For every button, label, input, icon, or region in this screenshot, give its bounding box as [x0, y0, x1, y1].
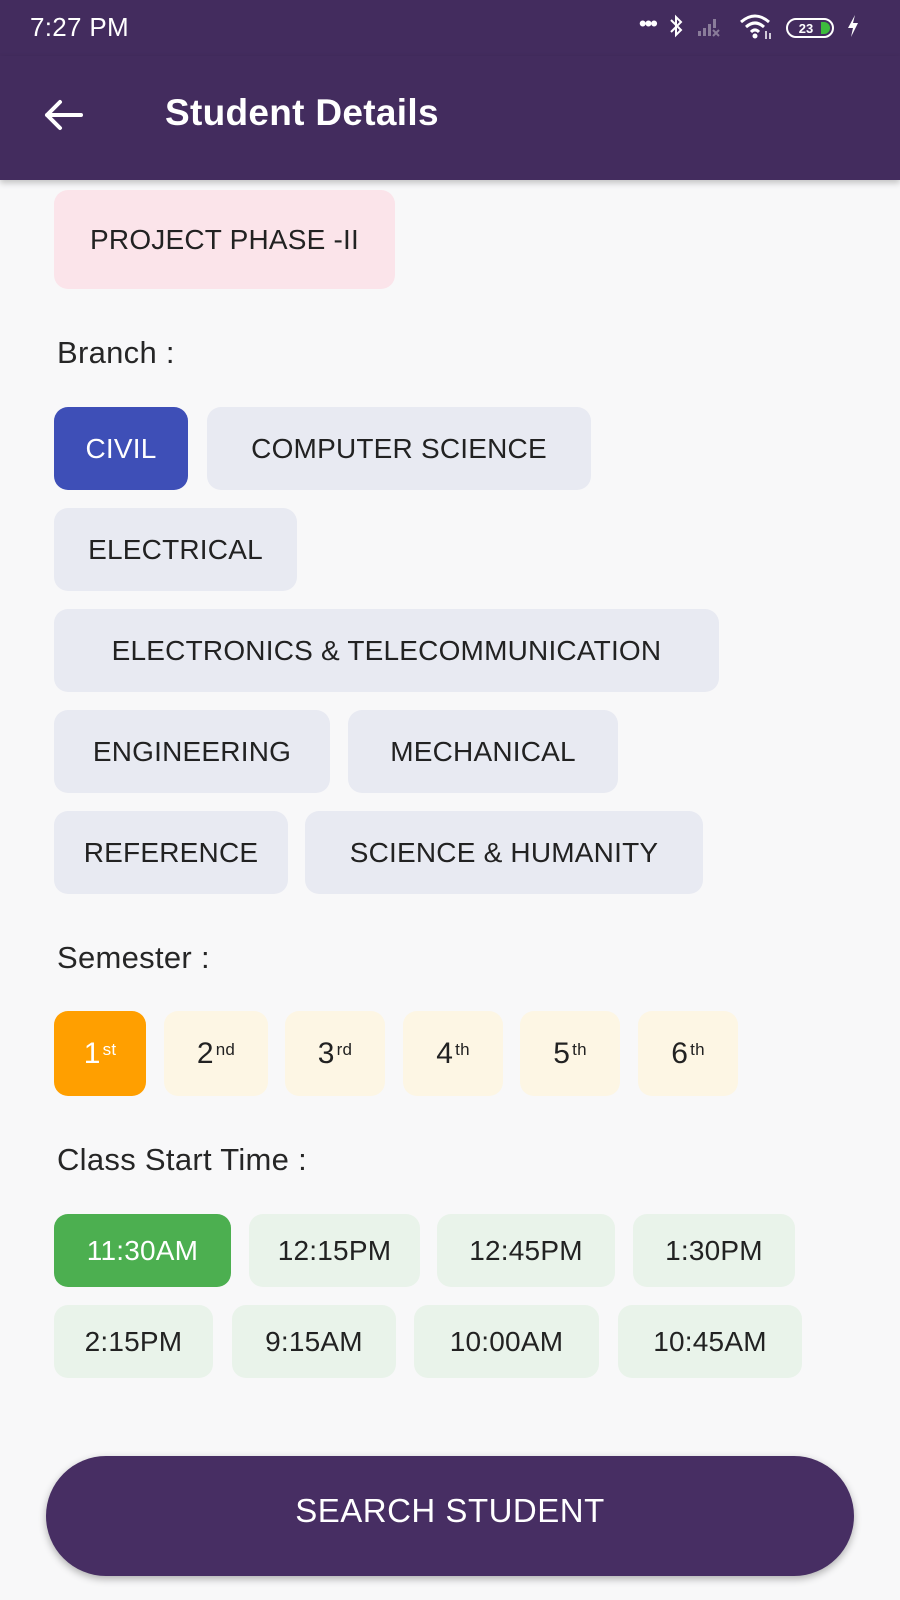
semester-chip-4[interactable]: 4th [403, 1011, 503, 1096]
semester-number: 1 [83, 1036, 101, 1070]
subject-chip[interactable]: PROJECT PHASE -II [54, 190, 395, 289]
signal-icon [696, 13, 726, 44]
semester-suffix: th [455, 1039, 470, 1059]
status-time: 7:27 PM [30, 12, 129, 42]
branch-chip-mechanical[interactable]: MECHANICAL [348, 710, 618, 793]
semester-number: 4 [436, 1036, 454, 1070]
branch-chip-science-humanity[interactable]: SCIENCE & HUMANITY [305, 811, 703, 894]
semester-chip-3[interactable]: 3rd [285, 1011, 385, 1096]
time-chip-1245pm[interactable]: 12:45PM [437, 1214, 615, 1287]
semester-suffix: nd [215, 1039, 236, 1059]
status-bar: 7:27 PM ••• 23 [0, 0, 900, 56]
time-chip-1045am[interactable]: 10:45AM [618, 1305, 802, 1378]
branch-chip-electronics-telecommunication[interactable]: ELECTRONICS & TELECOMMUNICATION [54, 609, 719, 692]
time-chip-1130am[interactable]: 11:30AM [54, 1214, 231, 1287]
time-chip-1000am[interactable]: 10:00AM [414, 1305, 599, 1378]
branch-chip-reference[interactable]: REFERENCE [54, 811, 288, 894]
charging-icon [846, 14, 860, 43]
arrow-left-icon [43, 99, 83, 136]
app-bar: Student Details [0, 56, 900, 180]
battery-level: 23 [798, 20, 814, 36]
semester-number: 2 [196, 1036, 214, 1070]
battery-icon: 23 [786, 18, 834, 38]
semester-number: 3 [317, 1036, 335, 1070]
semester-suffix: st [102, 1039, 117, 1059]
semester-suffix: th [690, 1039, 705, 1059]
search-student-button[interactable]: SEARCH STUDENT [46, 1456, 854, 1576]
semester-number: 6 [671, 1036, 689, 1070]
time-chip-130pm[interactable]: 1:30PM [633, 1214, 795, 1287]
semester-chip-6[interactable]: 6th [638, 1011, 738, 1096]
time-chip-1215pm[interactable]: 12:15PM [249, 1214, 420, 1287]
semester-suffix: rd [336, 1039, 353, 1059]
branch-chip-engineering[interactable]: ENGINEERING [54, 710, 330, 793]
branch-chip-electrical[interactable]: ELECTRICAL [54, 508, 297, 591]
semester-chip-5[interactable]: 5th [520, 1011, 620, 1096]
semester-chip-2[interactable]: 2nd [164, 1011, 268, 1096]
more-dots-icon: ••• [638, 11, 658, 36]
bluetooth-icon [668, 13, 684, 44]
content: PROJECT PHASE -II Branch : CIVIL COMPUTE… [0, 180, 900, 1600]
semester-number: 5 [553, 1036, 571, 1070]
class-time-label: Class Start Time : [57, 1142, 308, 1177]
branch-label: Branch : [57, 335, 175, 370]
semester-chip-1[interactable]: 1st [54, 1011, 146, 1096]
semester-label: Semester : [57, 940, 210, 975]
branch-chip-civil[interactable]: CIVIL [54, 407, 188, 490]
semester-suffix: th [572, 1039, 587, 1059]
page-title: Student Details [165, 92, 439, 133]
status-icons: ••• 23 [639, 10, 860, 46]
time-chip-215pm[interactable]: 2:15PM [54, 1305, 213, 1378]
time-chip-915am[interactable]: 9:15AM [232, 1305, 396, 1378]
branch-chip-computer-science[interactable]: COMPUTER SCIENCE [207, 407, 591, 490]
back-button[interactable] [38, 92, 88, 142]
wifi-icon [738, 12, 774, 45]
